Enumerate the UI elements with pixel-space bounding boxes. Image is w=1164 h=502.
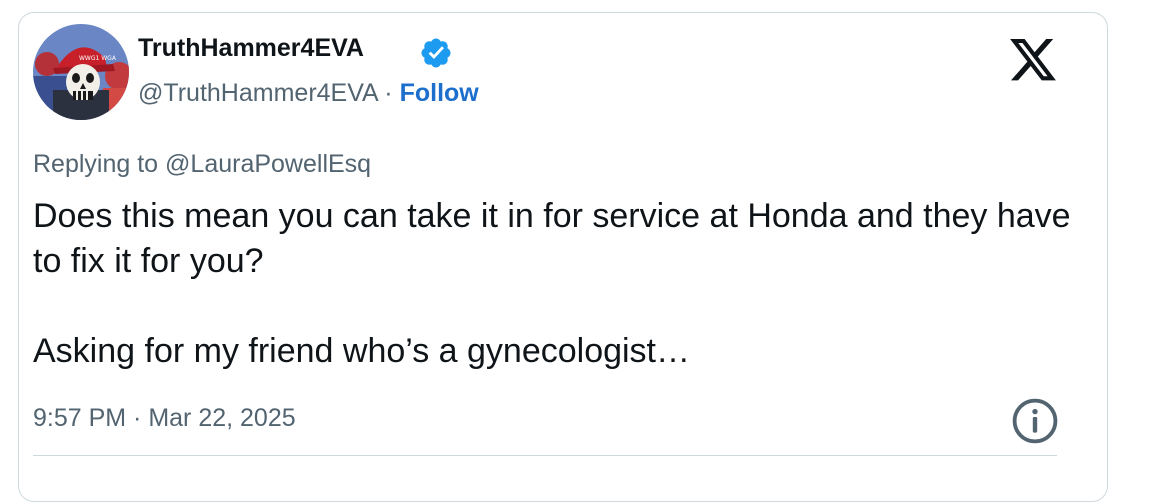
tweet-text: Does this mean you can take it in for se… [33,194,1073,374]
info-icon[interactable] [1011,397,1059,445]
verified-badge-icon [421,38,451,68]
author-handle[interactable]: @TruthHammer4EVA [138,79,377,107]
avatar-hat-text: WWG1 WGA [79,55,117,62]
replying-to-prefix: Replying to [33,150,159,178]
avatar-image: WWG1 WGA [33,24,129,120]
replying-to: Replying to @LauraPowellEsq [33,150,371,179]
avatar[interactable]: WWG1 WGA [33,24,129,120]
handle-row: @TruthHammer4EVA · Follow [138,79,479,108]
tweet-timestamp[interactable]: 9:57 PM · Mar 22, 2025 [33,404,296,433]
handle-separator: · [384,79,393,107]
tweet-paragraph: Asking for my friend who’s a gynecologis… [33,332,691,370]
divider [33,455,1057,456]
author-display-name[interactable]: TruthHammer4EVA [138,34,364,63]
x-logo-icon[interactable] [1010,39,1056,81]
follow-button[interactable]: Follow [400,79,479,107]
replying-to-handle[interactable]: @LauraPowellEsq [165,150,371,178]
tweet-paragraph: Does this mean you can take it in for se… [33,197,1071,280]
